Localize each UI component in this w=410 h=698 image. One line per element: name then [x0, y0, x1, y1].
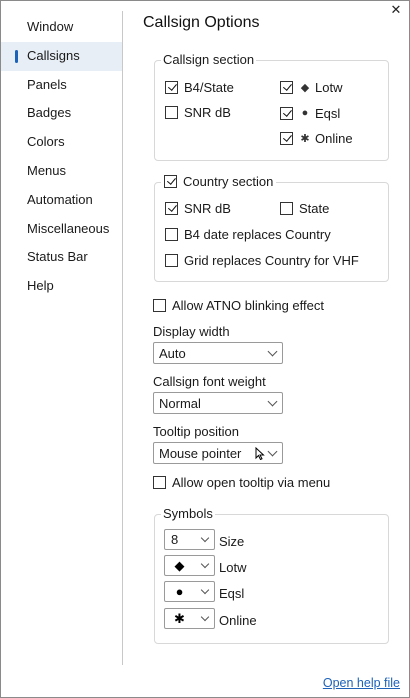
- b4-state-checkbox[interactable]: B4/State: [165, 78, 234, 96]
- page-title: Callsign Options: [143, 14, 260, 31]
- b4-state-label: B4/State: [184, 79, 234, 95]
- star-icon: ✱: [174, 610, 185, 626]
- chevron-down-icon: [200, 612, 210, 621]
- lotw-checkbox[interactable]: ◆ Lotw: [280, 78, 342, 96]
- grid-replaces-checkbox[interactable]: Grid replaces Country for VHF: [165, 251, 359, 269]
- grid-replaces-label: Grid replaces Country for VHF: [184, 252, 359, 268]
- eqsl-box[interactable]: [280, 106, 293, 120]
- b4-state-box[interactable]: [165, 80, 178, 94]
- open-tooltip-label: Allow open tooltip via menu: [172, 474, 331, 490]
- open-tooltip-box[interactable]: [153, 475, 166, 489]
- eqsl-checkbox[interactable]: ● Eqsl: [280, 104, 340, 122]
- lotw-box[interactable]: [280, 80, 293, 94]
- online-symbol-label: Online: [219, 613, 257, 628]
- sidebar-item-help[interactable]: Help: [1, 272, 122, 301]
- country-snr-db-box[interactable]: [165, 201, 178, 215]
- display-width-label: Display width: [153, 324, 230, 339]
- display-width-select[interactable]: Auto: [153, 342, 283, 364]
- country-section-checkbox[interactable]: Country section: [161, 172, 277, 190]
- b4-date-label: B4 date replaces Country: [184, 226, 331, 242]
- display-width-value: Auto: [159, 345, 186, 361]
- options-window: ✕ Window Callsigns Panels Badges Colors …: [0, 0, 410, 698]
- country-state-checkbox[interactable]: State: [280, 199, 329, 217]
- chevron-down-icon: [200, 585, 210, 594]
- tooltip-position-select[interactable]: Mouse pointer: [153, 442, 283, 464]
- tooltip-position-label: Tooltip position: [153, 424, 239, 439]
- sidebar-item-badges[interactable]: Badges: [1, 99, 122, 128]
- symbol-size-label: Size: [219, 534, 245, 549]
- country-state-box[interactable]: [280, 201, 293, 215]
- b4-date-checkbox[interactable]: B4 date replaces Country: [165, 225, 331, 243]
- circle-icon: ●: [301, 107, 309, 119]
- callsign-section-legend: Callsign section: [161, 52, 257, 68]
- atno-blink-label: Allow ATNO blinking effect: [172, 297, 324, 313]
- snr-db-box[interactable]: [165, 105, 178, 119]
- eqsl-symbol-label: Eqsl: [219, 586, 245, 601]
- sidebar: Window Callsigns Panels Badges Colors Me…: [1, 13, 122, 301]
- sidebar-item-status-bar[interactable]: Status Bar: [1, 243, 122, 272]
- font-weight-select[interactable]: Normal: [153, 392, 283, 414]
- chevron-down-icon: [267, 446, 278, 456]
- online-checkbox[interactable]: ✱ Online: [280, 129, 353, 147]
- lotw-label: Lotw: [315, 79, 343, 95]
- sidebar-item-automation[interactable]: Automation: [1, 186, 122, 215]
- country-snr-db-label: SNR dB: [184, 200, 231, 216]
- diamond-icon: ◆: [174, 557, 185, 573]
- atno-blink-checkbox[interactable]: Allow ATNO blinking effect: [153, 296, 324, 314]
- mouse-cursor-icon: [255, 446, 265, 460]
- symbol-size-value: 8: [171, 532, 179, 547]
- font-weight-value: Normal: [159, 395, 201, 411]
- symbols-legend: Symbols: [161, 506, 215, 522]
- online-box[interactable]: [280, 131, 293, 145]
- sidebar-item-menus[interactable]: Menus: [1, 157, 122, 186]
- open-help-file-link[interactable]: Open help file: [323, 676, 400, 690]
- snr-db-checkbox[interactable]: SNR dB: [165, 103, 231, 121]
- chevron-down-icon: [267, 396, 278, 406]
- lotw-symbol-select[interactable]: ◆: [164, 555, 215, 576]
- chevron-down-icon: [200, 559, 210, 568]
- tooltip-position-value: Mouse pointer: [159, 445, 242, 461]
- chevron-down-icon: [267, 346, 278, 356]
- font-weight-label: Callsign font weight: [153, 374, 266, 389]
- online-label: Online: [315, 130, 353, 146]
- eqsl-label: Eqsl: [315, 105, 341, 121]
- chevron-down-icon: [200, 533, 210, 542]
- country-section-box[interactable]: [164, 174, 177, 188]
- eqsl-symbol-select[interactable]: ●: [164, 581, 215, 602]
- grid-replaces-box[interactable]: [165, 253, 178, 267]
- sidebar-item-colors[interactable]: Colors: [1, 128, 122, 157]
- close-icon[interactable]: ✕: [389, 2, 403, 18]
- sidebar-item-window[interactable]: Window: [1, 13, 122, 42]
- sidebar-item-callsigns[interactable]: Callsigns: [1, 41, 122, 71]
- sidebar-divider: [122, 11, 123, 665]
- lotw-symbol-label: Lotw: [219, 560, 247, 575]
- country-state-label: State: [299, 200, 330, 216]
- sidebar-item-miscellaneous[interactable]: Miscellaneous: [1, 215, 122, 244]
- country-snr-db-checkbox[interactable]: SNR dB: [165, 199, 231, 217]
- diamond-icon: ◆: [300, 81, 310, 94]
- country-section-label: Country section: [183, 173, 274, 189]
- online-symbol-select[interactable]: ✱: [164, 608, 215, 629]
- sidebar-item-panels[interactable]: Panels: [1, 71, 122, 100]
- star-icon: ✱: [300, 132, 310, 145]
- snr-db-label: SNR dB: [184, 104, 231, 120]
- atno-blink-box[interactable]: [153, 298, 166, 312]
- b4-date-box[interactable]: [165, 227, 178, 241]
- circle-icon: ●: [175, 584, 184, 599]
- symbol-size-select[interactable]: 8: [164, 529, 215, 550]
- open-tooltip-checkbox[interactable]: Allow open tooltip via menu: [153, 473, 330, 491]
